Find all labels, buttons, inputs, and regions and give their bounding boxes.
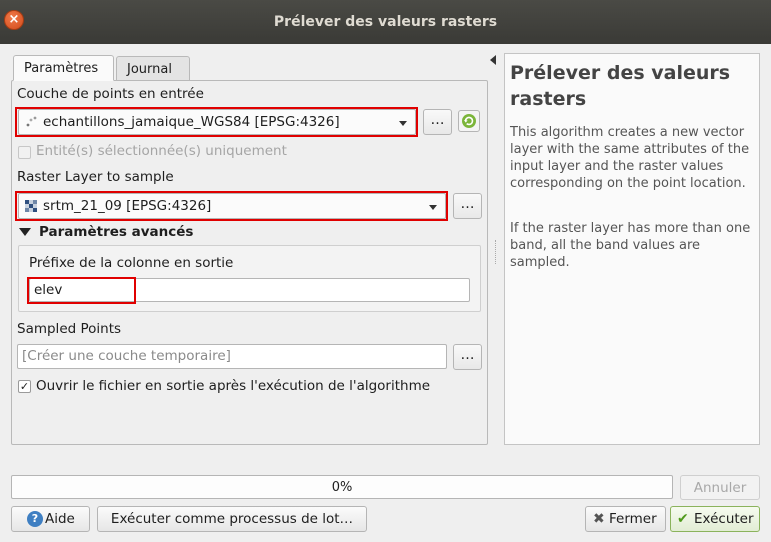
collapse-triangle-icon[interactable] — [19, 228, 31, 236]
point-layer-browse-button[interactable]: … — [423, 109, 452, 135]
refresh-icon — [462, 114, 476, 128]
output-field[interactable]: [Créer une couche temporaire] — [17, 344, 447, 369]
open-output-checkbox[interactable]: ✓ — [18, 380, 31, 393]
check-icon: ✔ — [677, 511, 689, 527]
help-paragraph: If the raster layer has more than one ba… — [510, 221, 751, 270]
output-label: Sampled Points — [17, 321, 122, 337]
progress-bar: 0% — [11, 475, 673, 499]
tab-label: Paramètres — [24, 61, 99, 76]
help-title: Prélever des valeurs rasters — [510, 62, 731, 110]
window-title: Prélever des valeurs rasters — [273, 14, 498, 30]
tab-parametres[interactable]: Paramètres — [13, 55, 114, 81]
close-window-button[interactable]: × — [4, 10, 24, 30]
progress-text: 0% — [331, 480, 353, 495]
cancel-button[interactable]: Annuler — [680, 475, 760, 500]
highlight-box — [27, 277, 136, 304]
open-output-label: Ouvrir le fichier en sortie après l'exéc… — [36, 378, 431, 394]
point-layer-label: Couche de points en entrée — [17, 86, 204, 102]
batch-process-button[interactable]: Exécuter comme processus de lot… — [97, 506, 367, 532]
help-panel: Prélever des valeurs rasters This algori… — [504, 53, 760, 445]
iterate-button[interactable] — [458, 110, 480, 132]
close-button[interactable]: ✖ Fermer — [585, 506, 666, 532]
help-button-label: Aide — [45, 511, 75, 527]
collapse-help-icon[interactable] — [490, 55, 496, 65]
close-icon: ✖ — [593, 511, 605, 527]
splitter-handle[interactable] — [495, 240, 498, 264]
help-icon: ? — [27, 511, 43, 527]
selected-only-label: Entité(s) sélectionnée(s) uniquement — [36, 143, 287, 159]
tab-label: Journal — [127, 62, 172, 77]
output-browse-button[interactable]: … — [453, 344, 482, 370]
raster-layer-browse-button[interactable]: … — [453, 193, 482, 219]
help-button[interactable]: ? Aide — [11, 506, 90, 532]
prefix-label: Préfixe de la colonne en sortie — [29, 255, 234, 271]
title-bar: Prélever des valeurs rasters × — [0, 0, 771, 44]
highlight-box — [15, 107, 418, 137]
close-button-label: Fermer — [609, 511, 657, 527]
selected-only-checkbox[interactable] — [18, 146, 31, 159]
highlight-box — [15, 191, 448, 221]
raster-layer-label: Raster Layer to sample — [17, 169, 174, 185]
help-paragraph: This algorithm creates a new vector laye… — [510, 125, 750, 191]
run-button[interactable]: ✔ Exécuter — [670, 506, 760, 532]
tab-journal[interactable]: Journal — [116, 56, 190, 81]
advanced-parameters-toggle[interactable]: Paramètres avancés — [39, 224, 193, 240]
checkmark-icon: ✓ — [19, 380, 30, 393]
run-button-label: Exécuter — [694, 511, 754, 527]
